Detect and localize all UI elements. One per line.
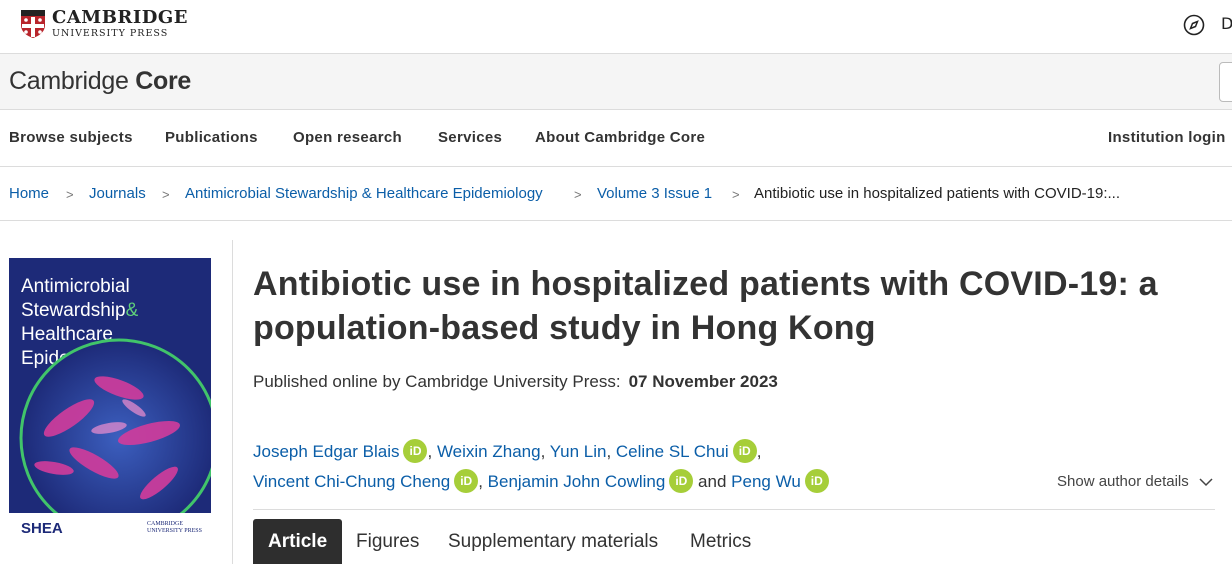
cover-footer: SHEA CAMBRIDGE UNIVERSITY PRESS <box>9 513 211 543</box>
author-link[interactable]: Yun Lin <box>550 442 607 461</box>
breadcrumb-home[interactable]: Home <box>9 185 49 202</box>
published-date: 07 November 2023 <box>628 372 778 391</box>
tab-figures[interactable]: Figures <box>356 519 419 564</box>
top-bar: CAMBRIDGE UNIVERSITY PRESS D <box>0 0 1232 54</box>
author-link[interactable]: Celine SL Chui <box>616 442 729 461</box>
compass-icon[interactable] <box>1183 14 1205 36</box>
breadcrumb: Home > Journals > Antimicrobial Stewards… <box>0 167 1232 221</box>
orcid-icon[interactable]: iD <box>732 439 757 464</box>
main-nav: Browse subjects Publications Open resear… <box>0 110 1232 167</box>
author-list: Joseph Edgar Blais iD, Weixin Zhang, Yun … <box>253 437 1053 497</box>
published-label: Published online by Cambridge University… <box>253 372 621 391</box>
breadcrumb-journals[interactable]: Journals <box>89 185 146 202</box>
core-logo-bold: Core <box>135 67 191 95</box>
cover-press-line-2: UNIVERSITY PRESS <box>147 528 202 534</box>
breadcrumb-separator: > <box>732 187 740 202</box>
publication-info: Published online by Cambridge University… <box>253 372 778 392</box>
cambridge-shield-icon <box>21 10 45 38</box>
breadcrumb-journal[interactable]: Antimicrobial Stewardship & Healthcare E… <box>185 185 543 202</box>
breadcrumb-separator: > <box>574 187 582 202</box>
breadcrumb-separator: > <box>162 187 170 202</box>
author-link[interactable]: Joseph Edgar Blais <box>253 442 399 461</box>
journal-cover[interactable]: Antimicrobial Stewardship& Healthcare Ep… <box>9 258 211 543</box>
institution-login-link[interactable]: Institution login <box>1108 129 1226 146</box>
cambridge-university-press-logo[interactable]: CAMBRIDGE UNIVERSITY PRESS <box>20 9 188 39</box>
and-word: and <box>698 472 727 491</box>
column-divider <box>232 240 233 564</box>
article-title: Antibiotic use in hospitalized patients … <box>253 265 1158 347</box>
cover-bacteria-illustration <box>19 338 211 538</box>
nav-browse-subjects[interactable]: Browse subjects <box>9 129 133 146</box>
core-bar: Cambridge Core <box>0 54 1232 110</box>
author-link[interactable]: Weixin Zhang <box>437 442 541 461</box>
publisher-subtitle: UNIVERSITY PRESS <box>52 28 169 40</box>
section-divider <box>253 509 1215 510</box>
orcid-icon[interactable]: iD <box>804 469 829 494</box>
publisher-name: CAMBRIDGE <box>52 7 189 29</box>
core-logo-light: Cambridge <box>9 67 129 95</box>
show-author-details-button[interactable]: Show author details <box>1057 473 1213 490</box>
author-link[interactable]: Peng Wu <box>731 472 801 491</box>
breadcrumb-separator: > <box>66 187 74 202</box>
nav-publications[interactable]: Publications <box>165 129 258 146</box>
nav-open-research[interactable]: Open research <box>293 129 402 146</box>
breadcrumb-issue[interactable]: Volume 3 Issue 1 <box>597 185 712 202</box>
nav-services[interactable]: Services <box>438 129 502 146</box>
chevron-down-icon <box>1199 478 1213 487</box>
orcid-icon[interactable]: iD <box>669 469 694 494</box>
nav-about-cambridge-core[interactable]: About Cambridge Core <box>535 129 705 146</box>
orcid-icon[interactable]: iD <box>454 469 479 494</box>
tab-metrics[interactable]: Metrics <box>690 519 751 564</box>
top-right-link[interactable]: D <box>1221 14 1232 33</box>
cover-press-logo: CAMBRIDGE UNIVERSITY PRESS <box>147 521 202 535</box>
search-input[interactable] <box>1219 62 1232 102</box>
shea-logo: SHEA <box>21 520 63 537</box>
breadcrumb-current: Antibiotic use in hospitalized patients … <box>754 185 1121 202</box>
tab-article[interactable]: Article <box>253 519 343 564</box>
orcid-icon[interactable]: iD <box>403 439 428 464</box>
cover-press-line-1: CAMBRIDGE <box>147 521 184 527</box>
author-link[interactable]: Benjamin John Cowling <box>488 472 666 491</box>
show-author-details-label: Show author details <box>1057 473 1189 490</box>
author-link[interactable]: Vincent Chi-Chung Cheng <box>253 472 450 491</box>
tab-supplementary-materials[interactable]: Supplementary materials <box>448 519 658 564</box>
cambridge-core-logo[interactable]: Cambridge Core <box>9 67 191 96</box>
